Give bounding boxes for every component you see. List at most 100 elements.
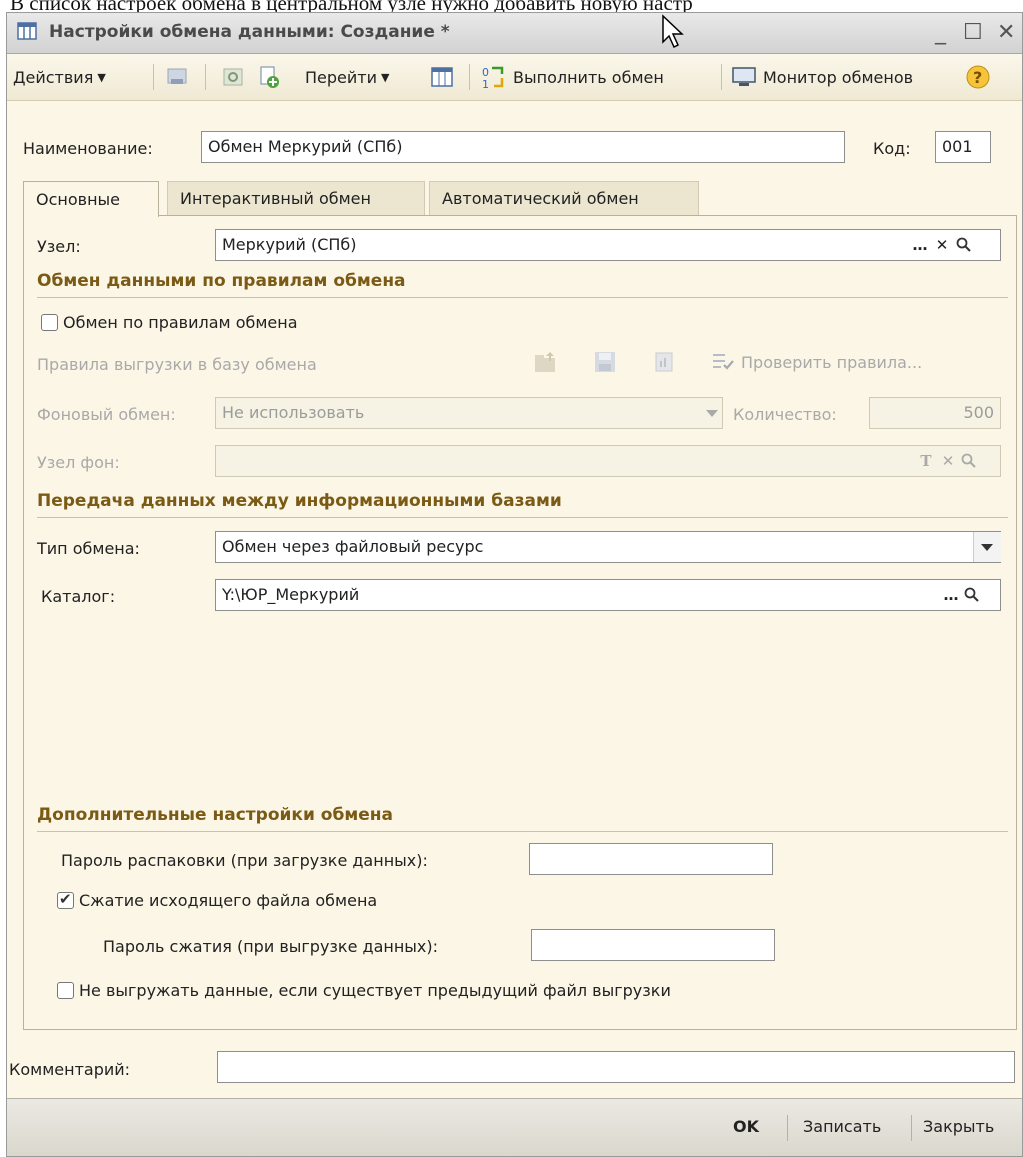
background-node-label: Узел фон: bbox=[37, 453, 120, 472]
tab-interactive-label: Интерактивный обмен bbox=[180, 189, 371, 208]
close-button[interactable]: Закрыть bbox=[923, 1117, 994, 1136]
dropdown-arrow-icon bbox=[706, 410, 718, 417]
catalog-input[interactable]: Y:\ЮР_Меркурий bbox=[215, 579, 1001, 611]
help-button[interactable]: ? bbox=[965, 62, 991, 92]
load-rules-button[interactable] bbox=[533, 347, 559, 377]
open-button[interactable] bbox=[959, 451, 979, 471]
rules-section-title: Обмен данными по правилам обмена bbox=[37, 271, 406, 291]
open-button[interactable] bbox=[954, 235, 974, 255]
upload-rules-label: Правила выгрузки в базу обмена bbox=[37, 355, 317, 374]
background-node-input[interactable] bbox=[215, 445, 1001, 477]
report-rules-button[interactable] bbox=[653, 347, 675, 377]
folder-open-icon bbox=[535, 352, 555, 372]
text-type-icon: T bbox=[920, 452, 932, 470]
tab-main-label: Основные bbox=[36, 190, 121, 209]
name-input[interactable]: Обмен Меркурий (СПб) bbox=[201, 131, 845, 163]
table-view-button[interactable] bbox=[431, 62, 453, 92]
code-input[interactable]: 001 bbox=[935, 131, 991, 163]
footer-divider bbox=[787, 1115, 788, 1141]
exchange-icon: 01 bbox=[482, 66, 504, 90]
tab-automatic-exchange[interactable]: Автоматический обмен bbox=[429, 181, 699, 215]
refresh-icon bbox=[223, 68, 243, 86]
dropdown-arrow-icon bbox=[981, 544, 993, 551]
node-input[interactable]: Меркурий (СПб) bbox=[215, 229, 1001, 261]
floppy-disk-icon bbox=[595, 352, 615, 372]
compress-checkbox[interactable] bbox=[57, 890, 74, 909]
code-label: Код: bbox=[873, 139, 911, 158]
magnifier-icon bbox=[956, 237, 971, 252]
compress-password-input[interactable] bbox=[531, 929, 775, 961]
clear-button[interactable]: ✕ bbox=[938, 451, 958, 471]
transfer-section-title: Передача данных между информационными ба… bbox=[37, 491, 562, 511]
mouse-cursor-icon bbox=[662, 14, 684, 49]
goto-menu-button[interactable]: Перейти ▼ bbox=[305, 62, 389, 92]
dropdown-arrow-icon: ▼ bbox=[97, 70, 106, 84]
catalog-label: Каталог: bbox=[41, 587, 116, 606]
magnifier-icon bbox=[961, 453, 976, 468]
toolbar-divider bbox=[721, 64, 722, 90]
compress-password-label: Пароль сжатия (при выгрузке данных): bbox=[103, 937, 439, 956]
rules-exchange-label: Обмен по правилам обмена bbox=[63, 313, 298, 332]
save-rules-button[interactable] bbox=[593, 347, 617, 377]
clear-x-icon: ✕ bbox=[935, 236, 949, 254]
ellipsis-icon: … bbox=[912, 236, 928, 254]
table-icon bbox=[431, 67, 453, 87]
save-button[interactable]: Записать bbox=[803, 1117, 881, 1136]
actions-label: Действия bbox=[13, 67, 94, 87]
tab-interactive-exchange[interactable]: Интерактивный обмен bbox=[167, 181, 425, 215]
download-button[interactable] bbox=[165, 62, 189, 92]
check-rules-label: Проверить правила... bbox=[741, 352, 923, 372]
name-label: Наименование: bbox=[23, 139, 153, 158]
dropdown-arrow-icon: ▼ bbox=[381, 70, 390, 84]
clear-x-icon: ✕ bbox=[941, 452, 955, 470]
section-divider bbox=[37, 831, 1008, 832]
background-exchange-select[interactable]: Не использовать bbox=[215, 397, 723, 429]
magnifier-icon bbox=[964, 587, 979, 602]
text-type-button[interactable]: T bbox=[916, 451, 936, 471]
actions-menu-button[interactable]: Действия ▼ bbox=[13, 62, 106, 92]
open-catalog-button[interactable] bbox=[962, 585, 982, 605]
choose-catalog-button[interactable]: … bbox=[941, 585, 961, 605]
table-form-icon bbox=[17, 22, 37, 40]
close-icon[interactable]: ✕ bbox=[997, 19, 1015, 47]
comment-label: Комментарий: bbox=[9, 1060, 131, 1079]
unpack-password-input[interactable] bbox=[529, 843, 773, 875]
minimize-icon[interactable]: _ bbox=[935, 19, 946, 47]
execute-exchange-button[interactable]: 01 Выполнить обмен bbox=[481, 62, 664, 92]
comment-input[interactable] bbox=[217, 1051, 1015, 1083]
ok-button[interactable]: OK bbox=[733, 1117, 759, 1136]
background-exchange-label: Фоновый обмен: bbox=[37, 405, 176, 424]
compress-label: Сжатие исходящего файла обмена bbox=[79, 891, 378, 910]
exchange-type-dropdown-button[interactable] bbox=[973, 532, 1001, 562]
help-icon: ? bbox=[966, 65, 990, 89]
maximize-icon[interactable]: ☐ bbox=[963, 19, 983, 47]
clear-button[interactable]: ✕ bbox=[932, 235, 952, 255]
choose-button[interactable]: … bbox=[910, 235, 930, 255]
exchange-type-label: Тип обмена: bbox=[37, 539, 140, 558]
footer-bar: OK Записать Закрыть bbox=[7, 1098, 1022, 1156]
checklist-icon bbox=[713, 354, 734, 370]
extra-section-title: Дополнительные настройки обмена bbox=[37, 805, 393, 825]
rules-exchange-checkbox[interactable] bbox=[41, 314, 58, 331]
check-rules-button[interactable]: Проверить правила... bbox=[711, 347, 922, 377]
svg-text:?: ? bbox=[973, 68, 982, 87]
toolbar-divider bbox=[469, 64, 470, 90]
quantity-input[interactable]: 500 bbox=[869, 397, 1001, 429]
exchange-type-select[interactable]: Обмен через файловый ресурс bbox=[215, 531, 1001, 563]
unpack-password-label: Пароль распаковки (при загрузке данных): bbox=[61, 851, 428, 870]
monitor-icon bbox=[732, 67, 756, 86]
window-title: Настройки обмена данными: Создание * bbox=[49, 22, 450, 42]
toolbar-divider bbox=[153, 64, 154, 90]
exchange-monitor-button[interactable]: Монитор обменов bbox=[731, 62, 913, 92]
title-bar[interactable]: Настройки обмена данными: Создание * _ ☐… bbox=[7, 13, 1022, 54]
no-upload-checkbox[interactable] bbox=[57, 982, 74, 999]
toolbar-divider bbox=[205, 64, 206, 90]
report-icon bbox=[655, 352, 673, 372]
tab-main[interactable]: Основные bbox=[23, 181, 159, 217]
exchange-settings-window: Настройки обмена данными: Создание * _ ☐… bbox=[6, 12, 1023, 1157]
copy-add-button[interactable] bbox=[257, 62, 281, 92]
exchange-monitor-label: Монитор обменов bbox=[763, 67, 914, 87]
tab-automatic-label: Автоматический обмен bbox=[442, 189, 639, 208]
refresh-button[interactable] bbox=[221, 62, 245, 92]
execute-exchange-label: Выполнить обмен bbox=[513, 67, 664, 87]
